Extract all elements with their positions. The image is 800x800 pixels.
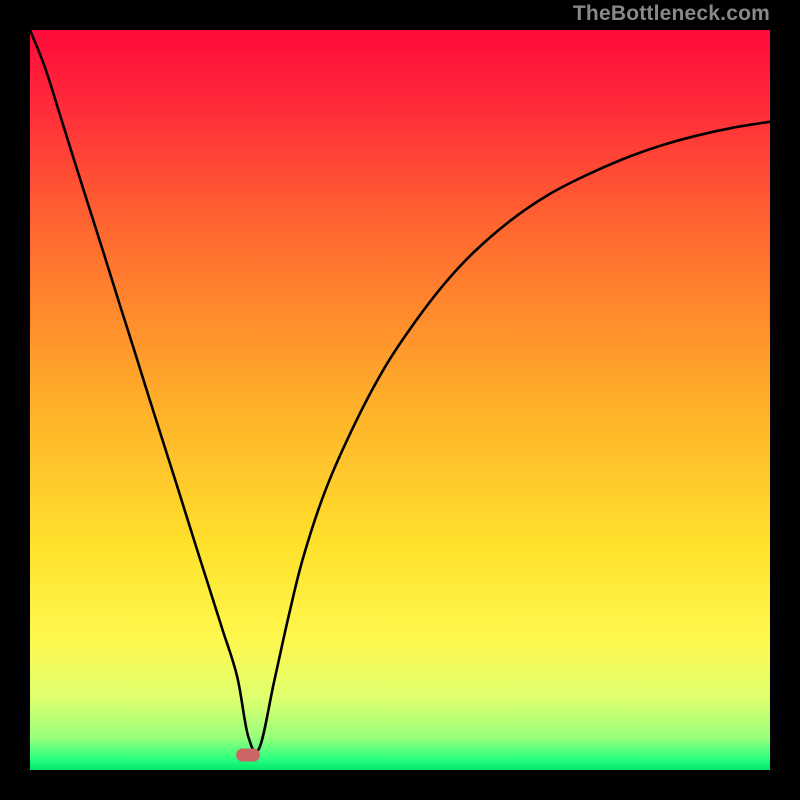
watermark-text: TheBottleneck.com bbox=[573, 2, 770, 26]
optimal-point-marker bbox=[236, 749, 260, 762]
chart-frame: TheBottleneck.com bbox=[0, 0, 800, 800]
background-gradient bbox=[30, 30, 770, 770]
plot-area bbox=[30, 30, 770, 770]
